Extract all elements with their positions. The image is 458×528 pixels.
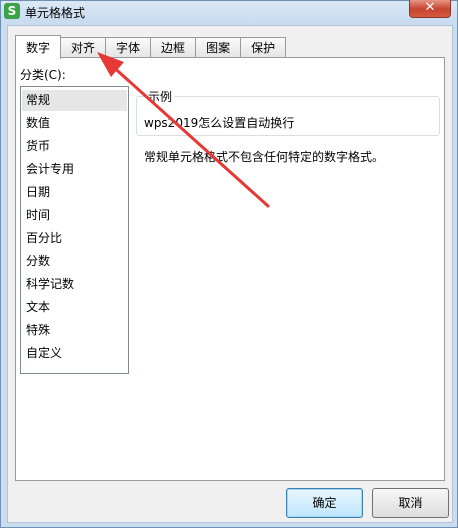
category-item-general[interactable]: 常规	[22, 90, 127, 111]
dialog-title: 单元格格式	[25, 6, 86, 20]
sample-legend: 示例	[146, 88, 175, 105]
category-item-accounting[interactable]: 会计专用	[22, 159, 127, 180]
tab-strip: 数字 对齐 字体 边框 图案 保护	[15, 35, 287, 59]
tab-number[interactable]: 数字	[15, 35, 62, 59]
category-item-currency[interactable]: 货币	[22, 136, 127, 157]
wps-spreadsheet-icon: S	[4, 3, 20, 19]
sample-value: wps2019怎么设置自动换行	[144, 116, 295, 130]
category-item-custom[interactable]: 自定义	[22, 343, 127, 364]
format-description: 常规单元格格式不包含任何特定的数字格式。	[144, 150, 385, 164]
close-button[interactable]: ✕	[409, 0, 451, 18]
tab-alignment[interactable]: 对齐	[60, 37, 107, 58]
tab-font[interactable]: 字体	[105, 37, 152, 58]
close-icon: ✕	[424, 0, 436, 15]
tab-border[interactable]: 边框	[150, 37, 197, 58]
dialog-body: 数字 对齐 字体 边框 图案 保护 分类(C): 常规 数值 货币 会计专用 日…	[7, 25, 453, 523]
tab-protection[interactable]: 保护	[240, 37, 287, 58]
format-cells-dialog: S 单元格格式 ✕ 数字 对齐 字体 边框 图案 保护 分类(C): 常规 数值…	[0, 0, 458, 528]
category-item-number[interactable]: 数值	[22, 113, 127, 134]
category-item-text[interactable]: 文本	[22, 297, 127, 318]
tab-pattern[interactable]: 图案	[195, 37, 242, 58]
category-item-special[interactable]: 特殊	[22, 320, 127, 341]
category-item-date[interactable]: 日期	[22, 182, 127, 203]
category-item-fraction[interactable]: 分数	[22, 251, 127, 272]
category-label: 分类(C):	[20, 68, 66, 82]
category-item-scientific[interactable]: 科学记数	[22, 274, 127, 295]
title-bar[interactable]: S 单元格格式 ✕	[1, 0, 457, 23]
number-tab-panel: 分类(C): 常规 数值 货币 会计专用 日期 时间 百分比 分数 科学记数 文…	[15, 57, 445, 481]
category-item-percentage[interactable]: 百分比	[22, 228, 127, 249]
ok-button[interactable]: 确定	[286, 488, 363, 518]
category-list[interactable]: 常规 数值 货币 会计专用 日期 时间 百分比 分数 科学记数 文本 特殊 自定…	[20, 86, 129, 374]
category-item-time[interactable]: 时间	[22, 205, 127, 226]
cancel-button[interactable]: 取消	[372, 488, 449, 518]
